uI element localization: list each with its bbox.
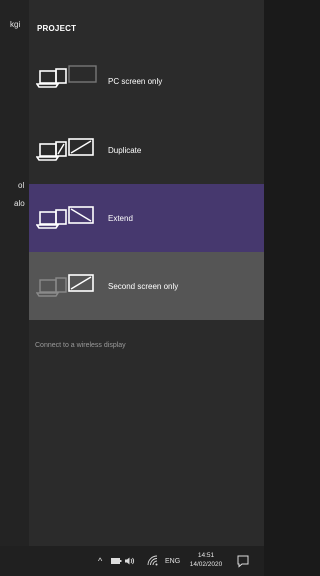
volume-icon[interactable] bbox=[124, 556, 136, 566]
connect-wireless-display-link[interactable]: Connect to a wireless display bbox=[35, 342, 126, 349]
taskbar: ^ ENG 14:51 14/02/2020 bbox=[0, 546, 264, 576]
show-hidden-icons-chevron[interactable]: ^ bbox=[98, 546, 102, 576]
clock-time: 14:51 bbox=[197, 552, 215, 559]
project-flyout: PROJECT PC screen only Duplicate Extend … bbox=[29, 0, 264, 546]
duplicate-icon bbox=[36, 138, 94, 161]
option-label: Duplicate bbox=[108, 145, 142, 155]
background-window bbox=[0, 0, 29, 546]
wifi-icon[interactable] bbox=[147, 555, 158, 566]
battery-icon[interactable] bbox=[111, 556, 122, 566]
option-pc-screen-only[interactable]: PC screen only bbox=[29, 47, 264, 115]
option-label: Extend bbox=[108, 213, 133, 223]
option-extend[interactable]: Extend bbox=[29, 184, 264, 252]
clock-date: 14/02/2020 bbox=[189, 561, 223, 568]
input-language-indicator[interactable]: ENG bbox=[165, 546, 180, 576]
background-text-fragment: ol bbox=[18, 181, 25, 190]
clock[interactable]: 14:51 14/02/2020 bbox=[188, 551, 224, 569]
option-second-screen-only[interactable]: Second screen only bbox=[29, 252, 264, 320]
panel-title: PROJECT bbox=[37, 24, 77, 33]
action-center-icon[interactable] bbox=[236, 554, 250, 568]
option-label: Second screen only bbox=[108, 281, 179, 291]
background-text-fragment: kgi bbox=[10, 20, 21, 29]
screen: kgi ol alo PROJECT PC screen only Duplic… bbox=[0, 0, 264, 576]
second-screen-only-icon bbox=[36, 274, 94, 297]
option-duplicate[interactable]: Duplicate bbox=[29, 116, 264, 184]
pc-screen-only-icon bbox=[36, 65, 97, 88]
background-text-fragment: alo bbox=[14, 199, 25, 208]
extend-icon bbox=[36, 206, 94, 229]
option-label: PC screen only bbox=[108, 76, 163, 86]
